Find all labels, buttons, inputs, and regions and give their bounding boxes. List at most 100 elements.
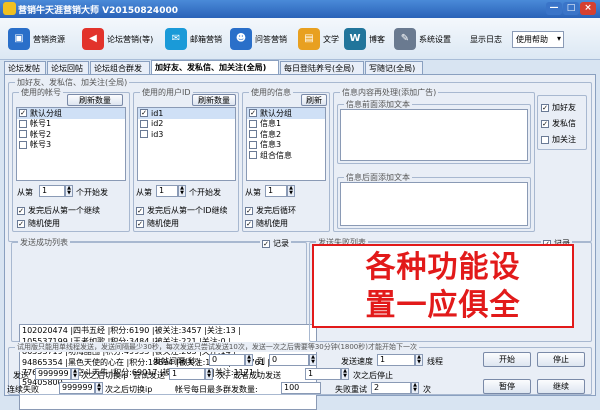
accounts-refresh-button[interactable]: 刷新数量 bbox=[67, 94, 123, 106]
tab-daily-login[interactable]: 每日登陆养号(全局) bbox=[280, 61, 364, 74]
close-button[interactable]: × bbox=[580, 2, 596, 15]
accounts-from-input[interactable]: 1 bbox=[39, 185, 65, 197]
message-checkbox-3[interactable] bbox=[249, 140, 257, 149]
user-id-checkbox-1[interactable] bbox=[140, 119, 148, 128]
toolbar-literature-button[interactable]: ▤ 文学 bbox=[298, 26, 339, 52]
suffix-textarea[interactable] bbox=[340, 182, 528, 226]
list-item[interactable]: 帐号1 bbox=[17, 119, 125, 130]
message-checkbox-4[interactable] bbox=[249, 151, 257, 160]
list-item[interactable]: 组合信息 bbox=[247, 150, 325, 161]
user-ids-option-random[interactable]: 随机使用 bbox=[136, 218, 179, 229]
account-checkbox-0[interactable] bbox=[19, 109, 27, 118]
pause-button[interactable]: 暂停 bbox=[483, 379, 531, 394]
list-item[interactable]: 信息2 bbox=[247, 129, 325, 140]
tab-friends-messages[interactable]: 加好友、发私信、加关注(全局) bbox=[151, 60, 279, 74]
consecutive-fail-input[interactable]: 999999 bbox=[59, 382, 95, 394]
account-checkbox-1[interactable] bbox=[19, 119, 27, 128]
accounts-spinner[interactable]: ▲ ▼ bbox=[65, 185, 73, 197]
interval-from-spinner[interactable]: ▲ ▼ bbox=[245, 354, 253, 366]
interval-to-spinner[interactable]: ▲ ▼ bbox=[309, 354, 317, 366]
messages-from-input[interactable]: 1 bbox=[265, 185, 287, 197]
messages-option-loop[interactable]: 发完后循环 bbox=[245, 205, 296, 216]
list-item[interactable]: 帐号3 bbox=[17, 140, 125, 151]
toolbar-qa-button[interactable]: ☻ 问答营销 bbox=[230, 26, 287, 52]
user-ids-spinner[interactable]: ▲ ▼ bbox=[178, 185, 186, 197]
list-item[interactable]: 帐号2 bbox=[17, 129, 125, 140]
stop-after-spinner[interactable]: ▲ ▼ bbox=[341, 368, 349, 380]
toolbar-blog-button[interactable]: W 博客 bbox=[344, 26, 385, 52]
accounts-option-random[interactable]: 随机使用 bbox=[17, 218, 60, 229]
user-ids-opt2-checkbox[interactable] bbox=[136, 219, 144, 228]
messages-opt1-checkbox[interactable] bbox=[245, 206, 253, 215]
message-checkbox-1[interactable] bbox=[249, 119, 257, 128]
promo-line-2: 置一应俱全 bbox=[365, 288, 521, 323]
minimize-button[interactable]: — bbox=[546, 2, 562, 15]
try-send-spinner[interactable]: ▲ ▼ bbox=[205, 368, 213, 380]
messages-list[interactable]: 默认分组 信息1 信息2 信息3 组合信息 bbox=[246, 107, 326, 181]
accounts-opt2-checkbox[interactable] bbox=[17, 219, 25, 228]
list-item[interactable]: 信息1 bbox=[247, 119, 325, 130]
interval-to-input[interactable]: 0 bbox=[269, 354, 309, 366]
help-select[interactable]: 使用帮助 ▾ bbox=[512, 31, 564, 48]
daily-limit-input[interactable]: 100 bbox=[281, 382, 321, 394]
message-checkbox-0[interactable] bbox=[249, 109, 257, 118]
prefix-textarea[interactable] bbox=[340, 109, 528, 161]
consecutive-fail-spinner[interactable]: ▲ ▼ bbox=[95, 382, 103, 394]
list-item[interactable]: 信息3 bbox=[247, 140, 325, 151]
tab-forum-reply[interactable]: 论坛回帖 bbox=[47, 61, 89, 74]
accounts-list[interactable]: 默认分组 帐号1 帐号2 帐号3 bbox=[16, 107, 126, 181]
tab-bar: 论坛发帖 论坛回帖 论坛组合群发 加好友、发私信、加关注(全局) 每日登陆养号(… bbox=[4, 60, 596, 74]
success-record-checkbox[interactable] bbox=[262, 239, 270, 248]
speed-input[interactable]: 1 bbox=[377, 354, 415, 366]
message-checkbox-2[interactable] bbox=[249, 130, 257, 139]
user-ids-from-input[interactable]: 1 bbox=[156, 185, 178, 197]
toolbar-show-log-button[interactable]: 显示日志 bbox=[470, 26, 502, 52]
messages-opt2-checkbox[interactable] bbox=[245, 219, 253, 228]
action-follow[interactable]: 加关注 bbox=[541, 134, 576, 145]
interval-from-input[interactable]: 0 bbox=[209, 354, 245, 366]
start-button[interactable]: 开始 bbox=[483, 352, 531, 367]
action-add-friend[interactable]: 加好友 bbox=[541, 102, 576, 113]
send-message-checkbox[interactable] bbox=[541, 119, 549, 128]
follow-checkbox[interactable] bbox=[541, 135, 549, 144]
messages-refresh-button[interactable]: 刷新 bbox=[301, 94, 327, 106]
user-id-checkbox-2[interactable] bbox=[140, 130, 148, 139]
user-ids-list[interactable]: id1 id2 id3 bbox=[137, 107, 236, 181]
user-id-checkbox-0[interactable] bbox=[140, 109, 148, 118]
add-friend-checkbox[interactable] bbox=[541, 103, 549, 112]
stop-after-input[interactable]: 1 bbox=[305, 368, 341, 380]
accounts-option-continue[interactable]: 发完后从第一个继续 bbox=[17, 205, 100, 216]
account-checkbox-3[interactable] bbox=[19, 140, 27, 149]
messages-spinner[interactable]: ▲ ▼ bbox=[287, 185, 295, 197]
toolbar-forum-button[interactable]: ◀ 论坛营销(等) bbox=[82, 26, 153, 52]
maximize-button[interactable]: □ bbox=[563, 2, 579, 15]
send-count-input[interactable]: 999999 bbox=[35, 368, 71, 380]
tab-forum-post[interactable]: 论坛发帖 bbox=[4, 61, 46, 74]
success-record-toggle[interactable]: 记录 bbox=[260, 238, 291, 249]
list-item[interactable]: id2 bbox=[138, 119, 235, 130]
dropbox-icon: ▣ bbox=[8, 28, 30, 50]
user-ids-opt1-checkbox[interactable] bbox=[136, 206, 144, 215]
list-item[interactable]: id1 bbox=[138, 108, 235, 119]
speed-spinner[interactable]: ▲ ▼ bbox=[415, 354, 423, 366]
toolbar-settings-button[interactable]: ✎ 系统设置 bbox=[394, 26, 451, 52]
user-ids-option-continue[interactable]: 发完后从第一个ID继续 bbox=[136, 205, 228, 216]
retry-input[interactable]: 2 bbox=[371, 382, 411, 394]
tab-write-notes[interactable]: 写随记(全局) bbox=[365, 61, 423, 74]
resume-button[interactable]: 继续 bbox=[537, 379, 585, 394]
accounts-opt1-checkbox[interactable] bbox=[17, 206, 25, 215]
tab-forum-group-send[interactable]: 论坛组合群发 bbox=[90, 61, 150, 74]
list-item[interactable]: 默认分组 bbox=[247, 108, 325, 119]
retry-spinner[interactable]: ▲ ▼ bbox=[411, 382, 419, 394]
try-send-input[interactable]: 1 bbox=[169, 368, 205, 380]
stop-button[interactable]: 停止 bbox=[537, 352, 585, 367]
action-send-message[interactable]: 发私信 bbox=[541, 118, 576, 129]
account-checkbox-2[interactable] bbox=[19, 130, 27, 139]
toolbar-resources-button[interactable]: ▣ 营销资源 bbox=[8, 26, 65, 52]
list-item[interactable]: id3 bbox=[138, 129, 235, 140]
toolbar-mail-button[interactable]: ✉ 邮箱营销 bbox=[165, 26, 222, 52]
send-count-spinner[interactable]: ▲ ▼ bbox=[71, 368, 79, 380]
user-ids-refresh-button[interactable]: 刷新数量 bbox=[192, 94, 236, 106]
messages-option-random[interactable]: 随机使用 bbox=[245, 218, 288, 229]
list-item[interactable]: 默认分组 bbox=[17, 108, 125, 119]
